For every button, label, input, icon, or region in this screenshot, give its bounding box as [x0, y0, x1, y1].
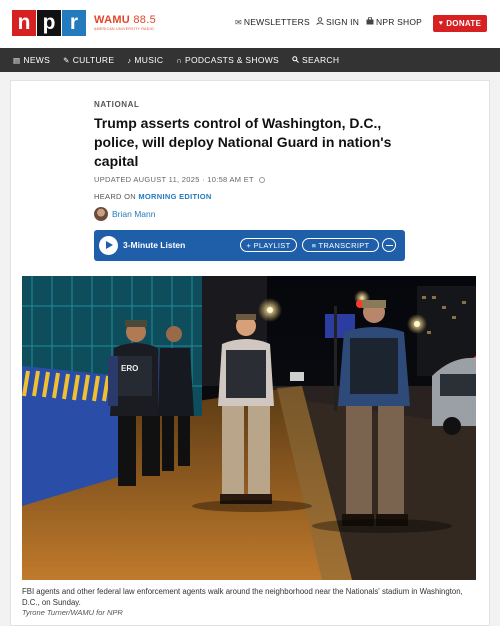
nav-item-news[interactable]: ▤ NEWS [13, 55, 50, 65]
nav-item-culture[interactable]: ✎ CULTURE [63, 55, 114, 65]
podcast-icon: ∩ [176, 55, 182, 65]
nav-item-label: NEWS [23, 55, 51, 65]
transcript-button[interactable]: ≡ TRANSCRIPT [302, 238, 379, 252]
listen-label: 3-Minute Listen [123, 240, 186, 250]
nav-item-search[interactable]: SEARCH [292, 55, 339, 65]
playlist-button[interactable]: + PLAYLIST [240, 238, 297, 252]
station-logo[interactable]: WAMU 88.5 AMERICAN UNIVERSITY RADIO [94, 14, 156, 31]
npr-shop-link[interactable]: NPR SHOP [366, 16, 422, 27]
nav-item-label: MUSIC [134, 55, 164, 65]
sign-in-link[interactable]: SIGN IN [316, 17, 359, 27]
play-button[interactable] [99, 236, 118, 255]
show-link[interactable]: MORNING EDITION [138, 192, 211, 201]
npr-shop-label: NPR SHOP [376, 17, 422, 27]
dateline-text: UPDATED AUGUST 11, 2025 · 10:58 AM ET [94, 175, 254, 184]
envelope-icon: ✉ [235, 17, 242, 27]
npr-logo-n: n [12, 10, 36, 36]
vest-ero-text: ERO [121, 364, 138, 373]
article-dateline: UPDATED AUGUST 11, 2025 · 10:58 AM ET [94, 175, 266, 184]
heard-on-prefix: HEARD ON [94, 192, 139, 201]
main-nav: ▤ NEWS ✎ CULTURE ♪ MUSIC ∩ PODCASTS & SH… [0, 48, 500, 72]
nav-item-music[interactable]: ♪ MUSIC [127, 55, 163, 65]
audio-player: 3-Minute Listen + PLAYLIST ≡ TRANSCRIPT [94, 230, 405, 261]
info-icon[interactable] [259, 177, 266, 184]
heart-icon: ♥ [438, 20, 444, 27]
npr-logo[interactable]: n p r [12, 10, 87, 36]
more-options-icon[interactable] [382, 238, 396, 252]
article-headline: Trump asserts control of Washington, D.C… [94, 115, 392, 169]
nav-item-podcasts[interactable]: ∩ PODCASTS & SHOWS [176, 55, 279, 65]
byline: Brian Mann [94, 207, 155, 221]
culture-icon: ✎ [63, 55, 70, 65]
article-photo: ERO [22, 276, 476, 580]
station-tagline: AMERICAN UNIVERSITY RADIO [94, 27, 154, 31]
music-icon: ♪ [127, 55, 132, 65]
station-frequency: 88.5 [133, 14, 156, 26]
nav-item-label: SEARCH [302, 55, 340, 65]
author-avatar [94, 207, 108, 221]
nav-item-label: CULTURE [72, 55, 115, 65]
station-name: WAMU [94, 14, 131, 26]
user-icon [316, 17, 324, 27]
section-slug[interactable]: NATIONAL [94, 100, 140, 109]
photo-caption: FBI agents and other federal law enforce… [22, 587, 463, 607]
site-header: n p r WAMU 88.5 AMERICAN UNIVERSITY RADI… [0, 0, 500, 48]
newsletters-label: NEWSLETTERS [243, 17, 310, 27]
search-icon [292, 55, 299, 65]
news-icon: ▤ [13, 55, 21, 65]
sign-in-label: SIGN IN [326, 17, 360, 27]
npr-logo-p: p [37, 10, 61, 36]
heard-on: HEARD ON MORNING EDITION [94, 192, 212, 201]
author-link[interactable]: Brian Mann [112, 209, 155, 219]
donate-button[interactable]: ♥ DONATE [433, 15, 487, 32]
donate-label: DONATE [446, 19, 482, 28]
npr-logo-r: r [62, 10, 86, 36]
photo-credit: Tyrone Turner/WAMU for NPR [22, 608, 123, 617]
shop-icon [366, 16, 374, 27]
newsletters-link[interactable]: ✉ NEWSLETTERS [235, 17, 310, 27]
nav-item-label: PODCASTS & SHOWS [184, 55, 280, 65]
